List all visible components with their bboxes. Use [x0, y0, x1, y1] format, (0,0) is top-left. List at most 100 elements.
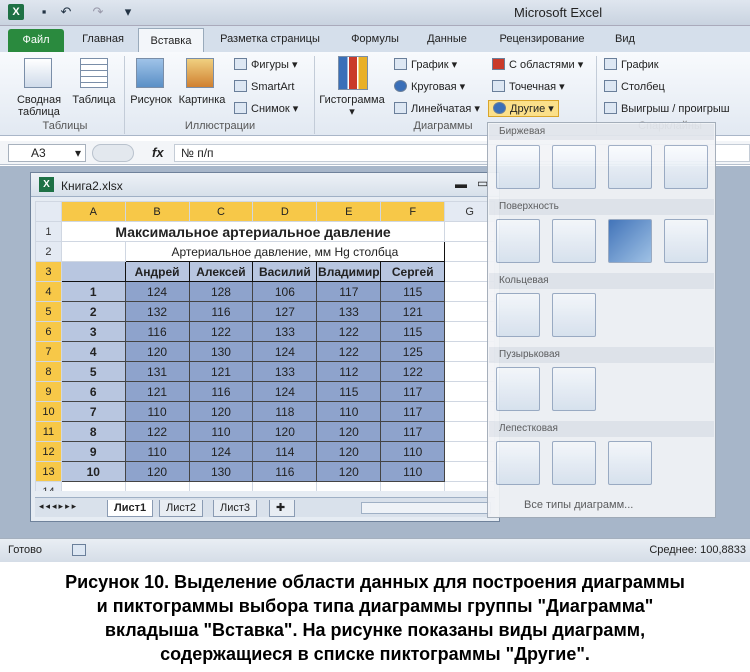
column-name-cell[interactable]: Андрей	[124, 261, 190, 282]
surface-chart-icon-3[interactable]	[608, 219, 652, 263]
surface-chart-icon-4[interactable]	[664, 219, 708, 263]
data-cell[interactable]: 110	[380, 461, 446, 482]
data-cell[interactable]: 5	[60, 361, 126, 382]
insert-sheet-icon[interactable]: ✚	[269, 500, 295, 517]
data-cell[interactable]: 124	[252, 381, 318, 402]
data-cell[interactable]: 122	[188, 321, 254, 342]
column-name-cell[interactable]: Алексей	[188, 261, 254, 282]
data-cell[interactable]: 115	[380, 321, 446, 342]
undo-icon[interactable]: ↶	[58, 4, 74, 20]
picture-button[interactable]: Рисунок	[126, 94, 176, 106]
cell[interactable]	[60, 481, 126, 491]
data-cell[interactable]: 121	[380, 301, 446, 322]
cell[interactable]	[252, 481, 318, 491]
customize-qat-icon[interactable]: ▾	[120, 4, 136, 20]
data-cell[interactable]: 120	[124, 461, 190, 482]
data-cell[interactable]: 133	[252, 321, 318, 342]
stock-chart-icon-3[interactable]	[608, 145, 652, 189]
data-cell[interactable]: 117	[316, 281, 382, 302]
cell[interactable]	[124, 481, 190, 491]
column-name-cell[interactable]: Василий	[252, 261, 318, 282]
data-cell[interactable]: 124	[252, 341, 318, 362]
column-header[interactable]: F	[380, 201, 446, 222]
stock-chart-icon-4[interactable]	[664, 145, 708, 189]
spreadsheet-grid[interactable]: A B C D E F G 1 Максимальное артериальное давлен…	[35, 201, 495, 491]
formula-bar-splitter[interactable]	[92, 144, 134, 162]
row-header[interactable]: 10	[35, 401, 62, 422]
donut-chart-icon-2[interactable]	[552, 293, 596, 337]
data-cell[interactable]: 116	[188, 301, 254, 322]
data-cell[interactable]: 117	[380, 401, 446, 422]
sheet-subtitle[interactable]: Артериальное давление, мм Hg столбца	[124, 241, 446, 262]
data-cell[interactable]: 128	[188, 281, 254, 302]
tab-home[interactable]: Главная	[80, 33, 126, 45]
graph-chart-button[interactable]: График ▾	[394, 58, 457, 71]
data-cell[interactable]: 120	[124, 341, 190, 362]
pivot-table-button[interactable]: Сводная таблица	[10, 94, 68, 118]
insert-function-icon[interactable]: fx	[152, 145, 164, 160]
stock-chart-icon-2[interactable]	[552, 145, 596, 189]
column-header[interactable]: B	[124, 201, 190, 222]
data-cell[interactable]: 116	[188, 381, 254, 402]
data-cell[interactable]: 122	[316, 321, 382, 342]
minimize-window-icon[interactable]: ▬	[455, 177, 467, 191]
data-cell[interactable]: 122	[380, 361, 446, 382]
sparkline-line-button[interactable]: График	[604, 58, 659, 71]
sparkline-column-button[interactable]: Столбец	[604, 80, 665, 93]
data-cell[interactable]: 4	[60, 341, 126, 362]
all-chart-types-link[interactable]: Все типы диаграмм...	[524, 499, 633, 511]
area-chart-button[interactable]: С областями ▾	[492, 58, 583, 71]
row-header[interactable]: 5	[35, 301, 62, 322]
data-cell[interactable]: 120	[316, 441, 382, 462]
data-cell[interactable]: 115	[316, 381, 382, 402]
column-header[interactable]: A	[60, 201, 126, 222]
data-cell[interactable]: 110	[380, 441, 446, 462]
data-cell[interactable]: 116	[124, 321, 190, 342]
table-button[interactable]: Таблица	[68, 94, 120, 106]
bubble-chart-icon-1[interactable]	[496, 367, 540, 411]
sparkline-winloss-button[interactable]: Выигрыш / проигрыш	[604, 102, 730, 115]
data-cell[interactable]: 1	[60, 281, 126, 302]
data-cell[interactable]: 117	[380, 381, 446, 402]
tab-view[interactable]: Вид	[608, 33, 642, 45]
row-header[interactable]: 7	[35, 341, 62, 362]
name-box[interactable]: A3 ▾	[8, 144, 86, 162]
smartart-button[interactable]: SmartArt	[234, 80, 294, 93]
bar-chart-button[interactable]: Линейчатая ▾	[394, 102, 480, 115]
data-cell[interactable]: 3	[60, 321, 126, 342]
select-all-corner[interactable]	[35, 201, 62, 222]
column-header[interactable]: E	[316, 201, 382, 222]
data-cell[interactable]: 110	[124, 441, 190, 462]
data-cell[interactable]: 117	[380, 421, 446, 442]
cell[interactable]	[380, 481, 446, 491]
cell[interactable]	[188, 481, 254, 491]
tab-data[interactable]: Данные	[420, 33, 474, 45]
data-cell[interactable]: 121	[124, 381, 190, 402]
surface-chart-icon-1[interactable]	[496, 219, 540, 263]
data-cell[interactable]: 110	[188, 421, 254, 442]
data-cell[interactable]: 120	[188, 401, 254, 422]
radar-chart-icon-1[interactable]	[496, 441, 540, 485]
redo-icon[interactable]: ↷	[90, 4, 106, 20]
data-cell[interactable]: 6	[60, 381, 126, 402]
data-cell[interactable]: 132	[124, 301, 190, 322]
data-cell[interactable]: 131	[124, 361, 190, 382]
data-cell[interactable]: 120	[316, 461, 382, 482]
data-cell[interactable]: 114	[252, 441, 318, 462]
data-cell[interactable]: 130	[188, 461, 254, 482]
data-cell[interactable]: 118	[252, 401, 318, 422]
data-cell[interactable]: 121	[188, 361, 254, 382]
data-cell[interactable]: 116	[252, 461, 318, 482]
radar-chart-icon-2[interactable]	[552, 441, 596, 485]
row-header[interactable]: 11	[35, 421, 62, 442]
data-cell[interactable]: 112	[316, 361, 382, 382]
column-header[interactable]: C	[188, 201, 254, 222]
data-cell[interactable]: 133	[252, 361, 318, 382]
pie-chart-button[interactable]: Круговая ▾	[394, 80, 465, 93]
data-cell[interactable]: 122	[124, 421, 190, 442]
sheet-tab-1[interactable]: Лист1	[107, 500, 154, 517]
row-header[interactable]: 1	[35, 221, 62, 242]
data-cell[interactable]: 122	[316, 341, 382, 362]
data-cell[interactable]: 133	[316, 301, 382, 322]
tab-page-layout[interactable]: Разметка страницы	[212, 33, 328, 45]
